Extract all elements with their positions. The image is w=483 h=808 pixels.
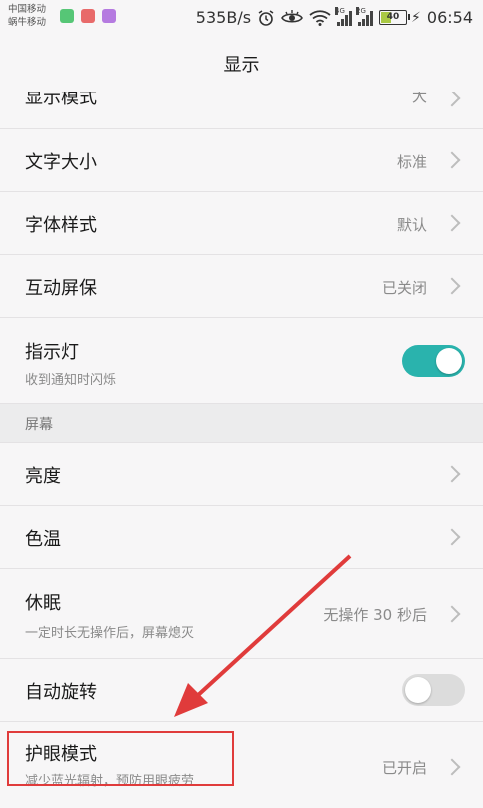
red-annotation-arrow xyxy=(174,554,352,717)
